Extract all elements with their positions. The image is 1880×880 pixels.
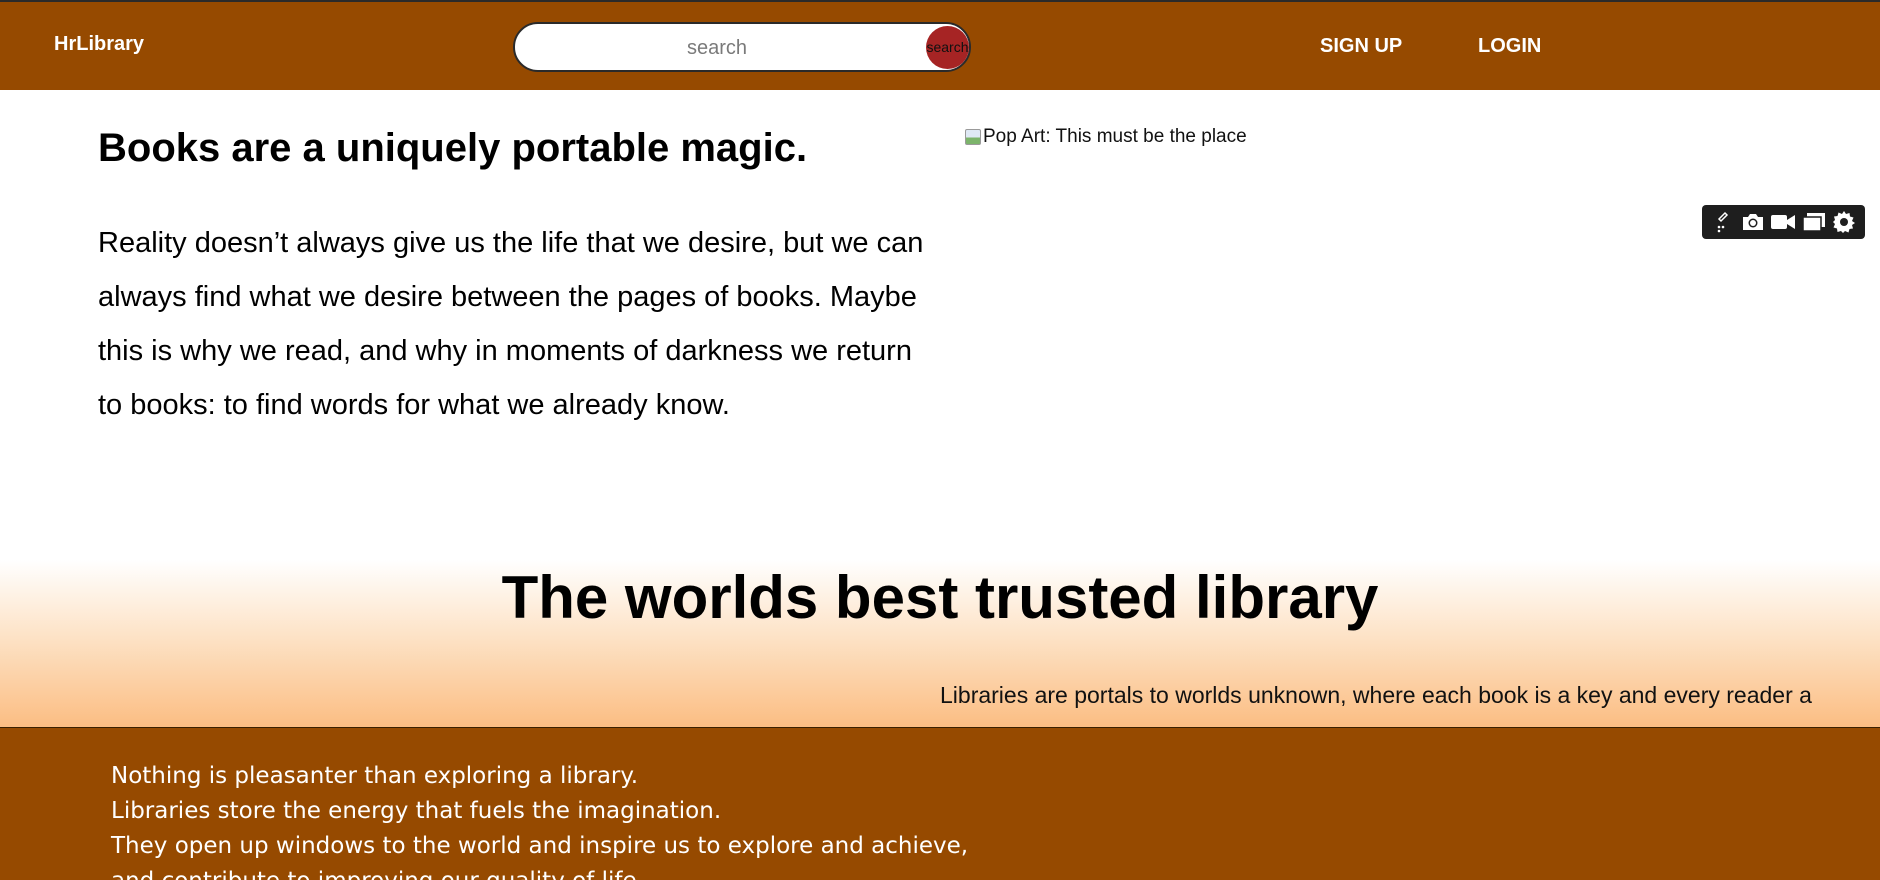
capture-toolbar xyxy=(1702,205,1865,239)
quote-line: Libraries store the energy that fuels th… xyxy=(111,798,722,824)
quote-line: and contribute to improving our quality … xyxy=(111,864,968,880)
brand-logo[interactable]: HrLibrary xyxy=(54,33,144,56)
video-icon[interactable] xyxy=(1770,210,1796,234)
hero-image-alt-text: Pop Art: This must be the place xyxy=(983,126,1247,147)
hero-heading: Books are a uniquely portable magic. xyxy=(98,126,808,170)
camera-icon[interactable] xyxy=(1740,210,1766,234)
quote-list: Nothing is pleasanter than exploring a l… xyxy=(111,759,968,880)
hero-paragraph: Reality doesn’t always give us the life … xyxy=(98,227,924,421)
signup-link[interactable]: SIGN UP xyxy=(1320,35,1402,58)
scrolling-quote: Libraries are portals to worlds unknown,… xyxy=(940,682,1812,708)
page: HrLibrary search SIGN UP LOGIN Books are… xyxy=(0,0,1880,880)
quote-line: They open up windows to the world and in… xyxy=(111,833,969,859)
trusted-title: The worlds best trusted library xyxy=(501,564,1379,631)
edit-icon[interactable] xyxy=(1710,210,1736,234)
search-input[interactable] xyxy=(535,32,899,64)
login-link[interactable]: LOGIN xyxy=(1478,35,1541,58)
top-navbar: HrLibrary search SIGN UP LOGIN xyxy=(0,0,1880,90)
search-bar: search xyxy=(513,22,971,72)
search-button[interactable]: search xyxy=(926,26,969,69)
hero-image: Pop Art: This must be the place xyxy=(965,126,1247,148)
quote-line: Nothing is pleasanter than exploring a l… xyxy=(111,763,639,789)
broken-image-icon xyxy=(965,129,981,145)
gear-icon[interactable] xyxy=(1831,210,1857,234)
window-icon[interactable] xyxy=(1801,210,1827,234)
